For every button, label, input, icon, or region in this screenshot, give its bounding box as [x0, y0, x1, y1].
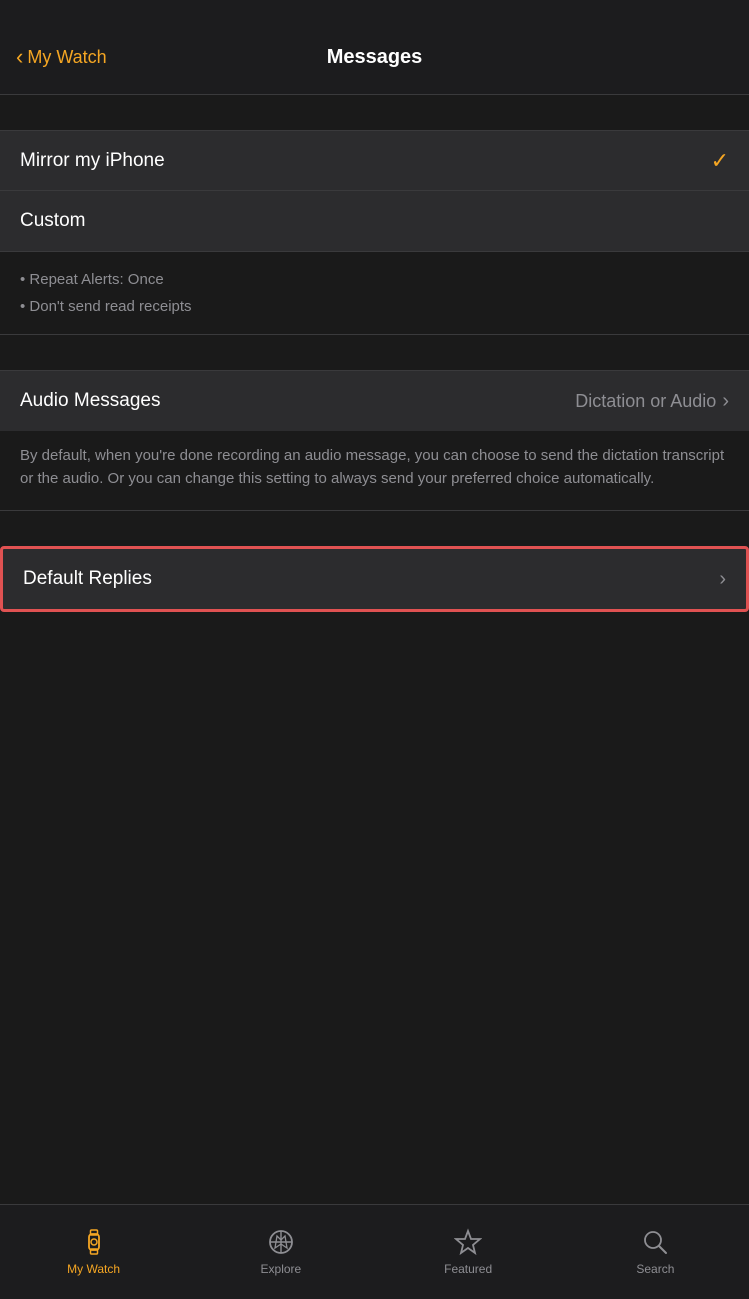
tab-featured-label: Featured [444, 1262, 492, 1276]
tab-explore[interactable]: Explore [187, 1219, 374, 1276]
audio-messages-value-text: Dictation or Audio [575, 391, 716, 412]
tab-my-watch[interactable]: My Watch [0, 1219, 187, 1276]
tab-search-label: Search [636, 1262, 674, 1276]
nav-bar: ‹ My Watch Messages [0, 0, 749, 95]
tab-my-watch-label: My Watch [67, 1262, 120, 1276]
audio-info-section: By default, when you're done recording a… [0, 431, 749, 511]
back-label: My Watch [27, 47, 106, 68]
audio-info-text: By default, when you're done recording a… [20, 447, 724, 487]
audio-messages-group: Audio Messages Dictation or Audio › [0, 370, 749, 431]
tab-featured[interactable]: Featured [375, 1219, 562, 1276]
custom-row[interactable]: Custom [0, 191, 749, 251]
my-watch-icon [79, 1227, 109, 1257]
tab-explore-label: Explore [261, 1262, 302, 1276]
section-gap-1 [0, 95, 749, 130]
bullet-line-2: • Don't send read receipts [20, 293, 729, 320]
audio-chevron-icon: › [722, 390, 729, 413]
section-gap-3 [0, 511, 749, 546]
page-title: Messages [327, 46, 423, 69]
checkmark-icon: ✓ [711, 148, 729, 174]
featured-icon [453, 1227, 483, 1257]
default-replies-row[interactable]: Default Replies › [3, 549, 746, 609]
audio-messages-label: Audio Messages [20, 390, 160, 412]
default-replies-group: Default Replies › [0, 546, 749, 612]
section-gap-2 [0, 335, 749, 370]
back-chevron-icon: ‹ [16, 44, 23, 70]
audio-messages-row[interactable]: Audio Messages Dictation or Audio › [0, 371, 749, 431]
bullets-section: • Repeat Alerts: Once • Don't send read … [0, 252, 749, 335]
explore-icon [266, 1227, 296, 1257]
default-replies-label: Default Replies [23, 568, 152, 590]
search-icon [640, 1227, 670, 1257]
notification-settings-group: Mirror my iPhone ✓ Custom [0, 130, 749, 252]
custom-label: Custom [20, 210, 85, 232]
tab-bar: My Watch Explore Featured [0, 1204, 749, 1299]
audio-messages-value: Dictation or Audio › [575, 390, 729, 413]
tab-search[interactable]: Search [562, 1219, 749, 1276]
nav-back-button[interactable]: ‹ My Watch [16, 44, 107, 70]
mirror-iphone-label: Mirror my iPhone [20, 150, 165, 172]
mirror-iphone-row[interactable]: Mirror my iPhone ✓ [0, 131, 749, 191]
default-replies-chevron-icon: › [719, 568, 726, 591]
bullet-line-1: • Repeat Alerts: Once [20, 266, 729, 293]
